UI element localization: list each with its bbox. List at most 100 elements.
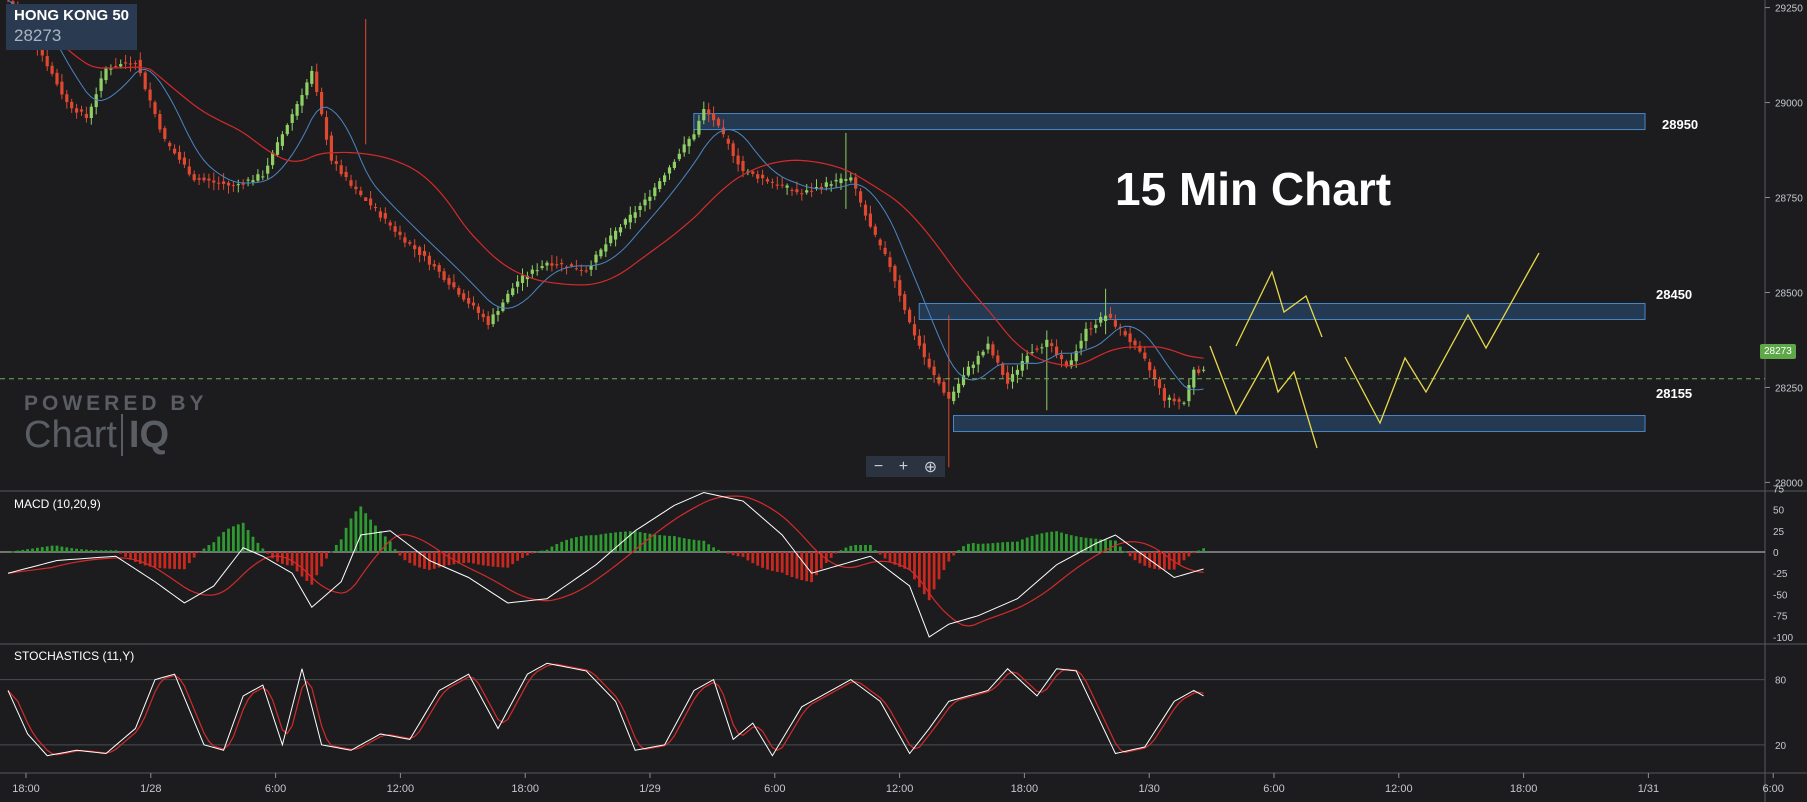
macd-histogram-bar — [722, 552, 725, 553]
macd-histogram-bar — [486, 552, 490, 567]
watermark-main-text: Chart — [24, 414, 117, 456]
candle-body — [712, 113, 716, 121]
macd-histogram-bar — [741, 552, 745, 557]
macd-histogram-bar — [423, 552, 426, 569]
macd-histogram-bar — [1006, 541, 1009, 552]
macd-histogram-bar — [1055, 531, 1058, 552]
candle-body — [883, 247, 887, 255]
candle-body — [966, 366, 970, 376]
macd-histogram-bar — [94, 550, 98, 552]
candle-body — [173, 148, 177, 154]
candle-body — [114, 66, 118, 68]
candle-body — [1104, 315, 1108, 321]
macd-histogram-bar — [114, 550, 118, 552]
macd-histogram-bar — [1123, 551, 1127, 553]
candle-body — [898, 280, 902, 296]
candle-body — [1113, 320, 1117, 327]
candle-body — [45, 56, 49, 67]
macd-histogram-bar — [305, 552, 309, 581]
candle-body — [560, 262, 564, 265]
candle-body — [1148, 362, 1152, 371]
candle-body — [908, 309, 912, 323]
macd-histogram-bar — [619, 531, 622, 552]
candle-body — [589, 265, 593, 270]
candle-body — [1030, 352, 1034, 354]
candle-body — [501, 302, 505, 311]
macd-histogram-bar — [594, 535, 598, 552]
macd-histogram-bar — [364, 513, 368, 552]
candle-body — [1128, 333, 1132, 343]
macd-histogram-bar — [261, 548, 265, 552]
candle-body — [315, 71, 319, 92]
zoom-controls: − + ⊕ — [866, 456, 945, 477]
candle-body — [398, 231, 402, 236]
macd-histogram-bar — [521, 552, 524, 558]
candle-body — [917, 335, 921, 346]
candle-body — [986, 343, 990, 350]
zoom-in-button[interactable]: + — [899, 458, 908, 476]
macd-histogram-bar — [986, 543, 990, 552]
time-axis-label: 12:00 — [886, 783, 914, 795]
zone-box-28950 — [693, 113, 1646, 131]
time-axis-label: 1/28 — [140, 783, 161, 795]
macd-histogram-bar — [232, 526, 235, 552]
candle-body — [785, 185, 789, 188]
macd-histogram-bar — [962, 546, 965, 552]
candle-body — [182, 157, 186, 165]
candle-body — [1084, 328, 1088, 342]
macd-histogram-bar — [1069, 535, 1073, 552]
macd-histogram-bar — [1094, 538, 1098, 552]
macd-histogram-bar — [692, 539, 696, 552]
macd-histogram-bar — [869, 544, 872, 552]
candle-body — [432, 264, 436, 267]
candle-body — [89, 106, 93, 119]
zoom-reset-icon[interactable]: ⊕ — [924, 457, 937, 477]
candle-body — [731, 143, 735, 156]
macd-histogram-bar — [775, 552, 779, 572]
candle-body — [976, 355, 980, 365]
candle-body — [212, 180, 216, 183]
zoom-out-button[interactable]: − — [874, 458, 883, 476]
candle-body — [677, 153, 681, 160]
macd-histogram-bar — [1016, 541, 1019, 552]
candle-body — [957, 383, 961, 393]
candle-body — [280, 134, 284, 146]
macd-histogram-bar — [408, 552, 412, 564]
macd-histogram-bar — [99, 550, 103, 552]
chart-canvas[interactable]: 28000282502850028750290002925018:00 1/28 6… — [0, 0, 1807, 802]
macd-histogram-bar — [344, 527, 348, 552]
candle-body — [932, 366, 936, 376]
candle-body — [516, 281, 520, 287]
candle-body — [148, 89, 152, 101]
candle-body — [1167, 397, 1171, 400]
macd-histogram-bar — [315, 552, 319, 576]
macd-histogram-bar — [697, 540, 701, 552]
macd-histogram-bar — [555, 544, 559, 552]
macd-histogram-bar — [168, 552, 172, 569]
candle-body — [427, 255, 431, 265]
macd-histogram-bar — [379, 531, 382, 552]
macd-axis-label: 75 — [1773, 484, 1785, 495]
candle-body — [1197, 369, 1201, 373]
chart-title: 15 Min Chart — [1115, 163, 1392, 215]
macd-histogram-bar — [60, 546, 64, 552]
macd-histogram-bar — [55, 545, 59, 552]
candle-body — [104, 68, 108, 81]
candle-body — [133, 63, 137, 65]
chart-container[interactable]: 28000 28250 28500 28750 29000 29250 18:00 1/28 6… — [0, 0, 1807, 802]
candle-body — [667, 167, 672, 174]
candle-body — [418, 247, 422, 255]
candle-body — [496, 311, 500, 315]
candle-body — [653, 187, 657, 197]
candle-body — [569, 264, 574, 267]
current-price-tag: 28273 — [1760, 344, 1796, 359]
macd-histogram-bar — [864, 544, 867, 552]
macd-histogram-bar — [281, 552, 284, 564]
macd-histogram-bar — [65, 547, 69, 552]
candle-body — [1025, 355, 1029, 363]
candle-body — [236, 184, 240, 186]
candle-body — [241, 183, 245, 185]
candle-body — [349, 180, 353, 186]
moving-average-fast — [7, 0, 1204, 391]
instrument-box: HONG KONG 50 28273 — [6, 4, 138, 50]
